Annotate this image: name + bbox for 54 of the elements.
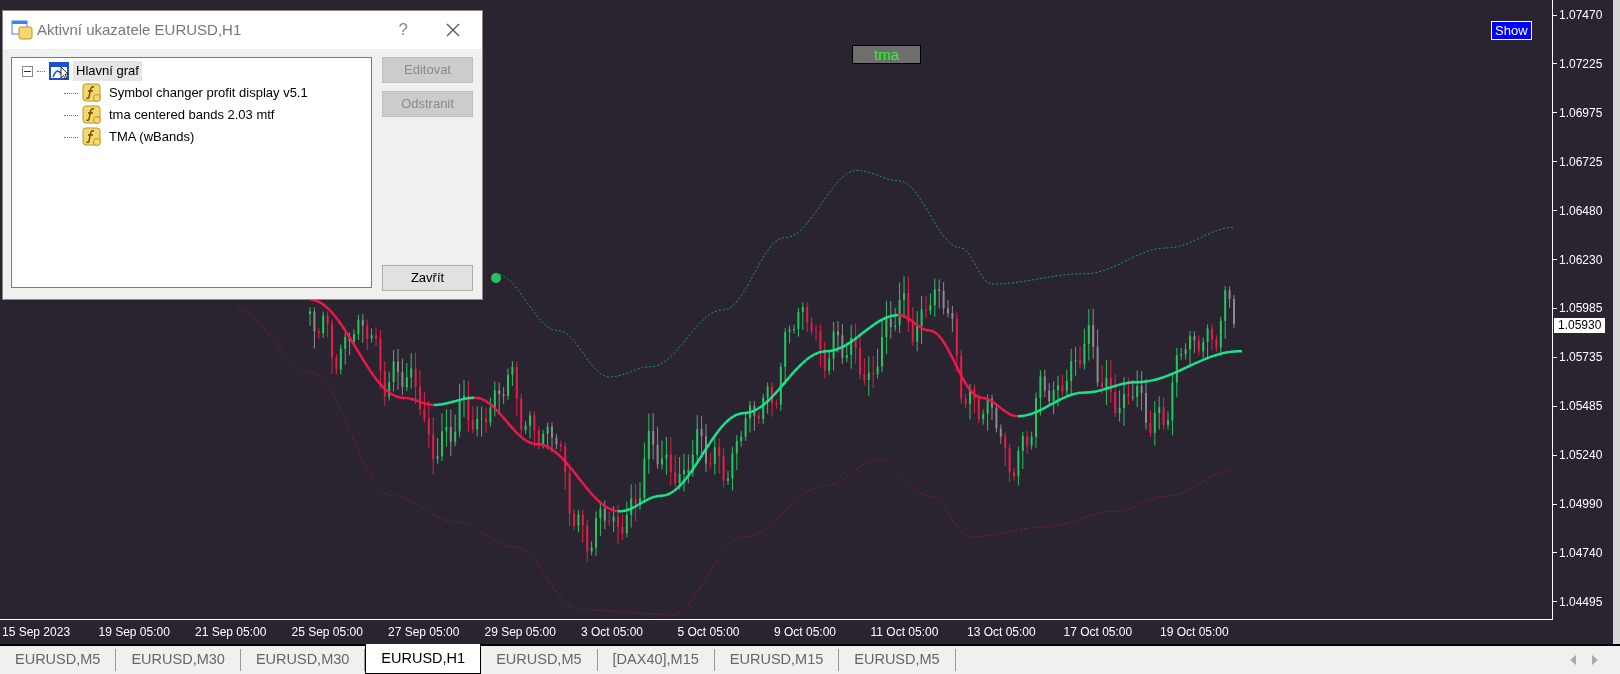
tree-item[interactable]: Symbol changer profit display v5.1 bbox=[106, 83, 311, 103]
dialog-button[interactable]: Zavřít bbox=[382, 265, 473, 291]
marker-dot bbox=[491, 273, 501, 283]
show-button[interactable]: Show bbox=[1491, 21, 1532, 40]
chart-tab[interactable]: EURUSD,M30 bbox=[116, 649, 241, 671]
collapse-icon[interactable] bbox=[22, 65, 33, 77]
dialog-title: Aktivní ukazatele EURUSD,H1 bbox=[37, 19, 242, 40]
time-axis-label: 9 Oct 05:00 bbox=[774, 624, 838, 641]
time-axis-label: 17 Oct 05:00 bbox=[1063, 624, 1134, 641]
price-axis-label: 1.05735 bbox=[1559, 349, 1603, 367]
price-axis-label: 1.05485 bbox=[1559, 398, 1603, 416]
chart-tab[interactable]: EURUSD,H1 bbox=[365, 644, 482, 674]
time-axis-label: 3 Oct 05:00 bbox=[581, 624, 645, 641]
chart-tab[interactable]: EURUSD,M5 bbox=[839, 649, 956, 671]
chart-window-icon bbox=[49, 62, 69, 80]
time-axis-label: 29 Sep 05:00 bbox=[484, 624, 557, 641]
price-axis-label: 1.06725 bbox=[1559, 153, 1603, 171]
close-icon[interactable] bbox=[446, 23, 460, 37]
scroll-right-icon[interactable] bbox=[1592, 655, 1598, 665]
tree-item[interactable]: tma centered bands 2.03 mtf bbox=[106, 105, 278, 125]
time-axis-label: 27 Sep 05:00 bbox=[388, 624, 461, 641]
time-axis-label: 19 Sep 05:00 bbox=[98, 624, 171, 641]
function-icon bbox=[82, 105, 102, 125]
price-axis-label: 1.07225 bbox=[1559, 55, 1603, 73]
vertical-scrollbar[interactable] bbox=[1613, 0, 1620, 644]
price-axis-label: 1.07470 bbox=[1559, 7, 1603, 24]
chart-tab[interactable]: [DAX40],M15 bbox=[597, 649, 715, 671]
price-axis-label: 1.06975 bbox=[1559, 104, 1603, 122]
scroll-left-icon[interactable] bbox=[1570, 655, 1576, 665]
price-axis-label: 1.04990 bbox=[1559, 496, 1603, 513]
time-axis-label: 11 Oct 05:00 bbox=[870, 624, 940, 641]
time-axis-label: 19 Oct 05:00 bbox=[1160, 624, 1230, 641]
price-axis-label: 1.05985 bbox=[1559, 300, 1603, 318]
function-icon bbox=[82, 127, 102, 147]
chart-tab[interactable]: EURUSD,M5 bbox=[0, 649, 117, 671]
indicator-label[interactable]: tma bbox=[852, 45, 921, 64]
tree-item[interactable]: TMA (wBands) bbox=[106, 127, 198, 147]
time-axis-label: 25 Sep 05:00 bbox=[291, 624, 364, 641]
current-price-label: 1.05930 bbox=[1554, 318, 1606, 333]
price-axis-label: 1.05240 bbox=[1559, 447, 1603, 465]
price-axis-label: 1.04495 bbox=[1559, 593, 1603, 611]
tree-item[interactable]: Hlavní graf bbox=[73, 61, 142, 81]
price-axis-label: 1.06230 bbox=[1559, 251, 1603, 269]
help-button[interactable]: ? bbox=[398, 17, 408, 43]
time-axis-label: 13 Oct 05:00 bbox=[967, 624, 1037, 641]
time-axis-label: 15 Sep 2023 bbox=[2, 624, 72, 641]
price-axis-label: 1.06480 bbox=[1559, 202, 1603, 220]
time-axis-label: 21 Sep 05:00 bbox=[195, 624, 268, 641]
chart-tab[interactable]: EURUSD,M5 bbox=[481, 649, 598, 671]
indicators-icon bbox=[11, 20, 33, 40]
time-axis-label: 5 Oct 05:00 bbox=[677, 624, 741, 641]
price-axis-label: 1.04740 bbox=[1559, 544, 1603, 562]
chart-tab[interactable]: EURUSD,M15 bbox=[714, 649, 840, 671]
function-icon bbox=[82, 83, 102, 103]
